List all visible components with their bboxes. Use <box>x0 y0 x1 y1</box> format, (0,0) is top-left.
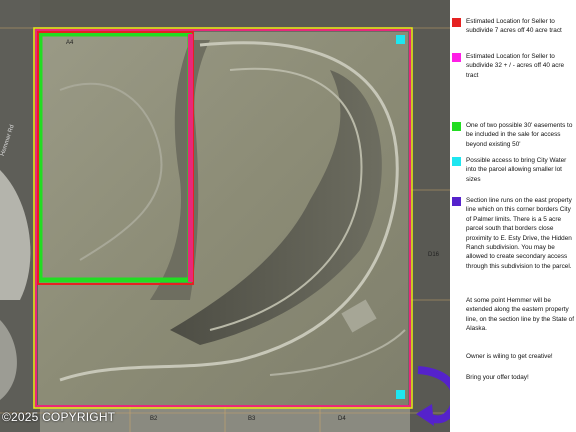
magenta-square-icon <box>452 53 461 62</box>
cyan-water-access-north <box>396 35 405 44</box>
red-square-icon <box>452 18 461 27</box>
cyan-square-icon <box>452 157 461 166</box>
legend-text-purple: Section line runs on the east property l… <box>466 197 572 270</box>
red-parcel-east-edge <box>188 34 193 282</box>
legend-item-red: Estimated Location for Seller to subdivi… <box>452 17 574 36</box>
legend-item-magenta: Estimated Location for Seller to subdivi… <box>452 52 574 80</box>
north-terrain <box>40 0 410 28</box>
note-hemmer-extension: At some point Hemmer will be extended al… <box>466 297 575 333</box>
copyright-text: ©2025 COPYRIGHT <box>2 410 116 424</box>
map-label-b3: B3 <box>248 416 256 422</box>
cyan-water-access-south <box>396 390 405 399</box>
legend-text-cyan: Possible access to bring City Water into… <box>466 157 567 183</box>
legend-text-green: One of two possible 30' easements to be … <box>466 122 573 148</box>
map-label-d16: D16 <box>428 252 440 258</box>
purple-square-icon <box>452 197 461 206</box>
map-label-d4: D4 <box>338 416 346 422</box>
green-square-icon <box>452 122 461 131</box>
legend-item-purple: Section line runs on the east property l… <box>452 196 574 271</box>
legend-text-magenta: Estimated Location for Seller to subdivi… <box>466 53 565 79</box>
legend-item-green: One of two possible 30' easements to be … <box>452 121 574 149</box>
aerial-map[interactable] <box>0 0 450 432</box>
map-panel[interactable]: A4 B2 B3 D4 D16 Hemmer Rd ©2025 COPYRIGH… <box>0 0 450 432</box>
note-owner-creative: Owner is wiling to get creative! <box>466 353 553 360</box>
map-label-a4: A4 <box>66 40 74 46</box>
map-label-b2: B2 <box>150 416 158 422</box>
note-bring-offer: Bring your offer today! <box>466 374 529 381</box>
east-terrain <box>410 0 450 432</box>
legend-text-red: Estimated Location for Seller to subdivi… <box>466 18 562 35</box>
legend-panel: Estimated Location for Seller to subdivi… <box>450 0 576 432</box>
legend-item-cyan: Possible access to bring City Water into… <box>452 156 574 184</box>
